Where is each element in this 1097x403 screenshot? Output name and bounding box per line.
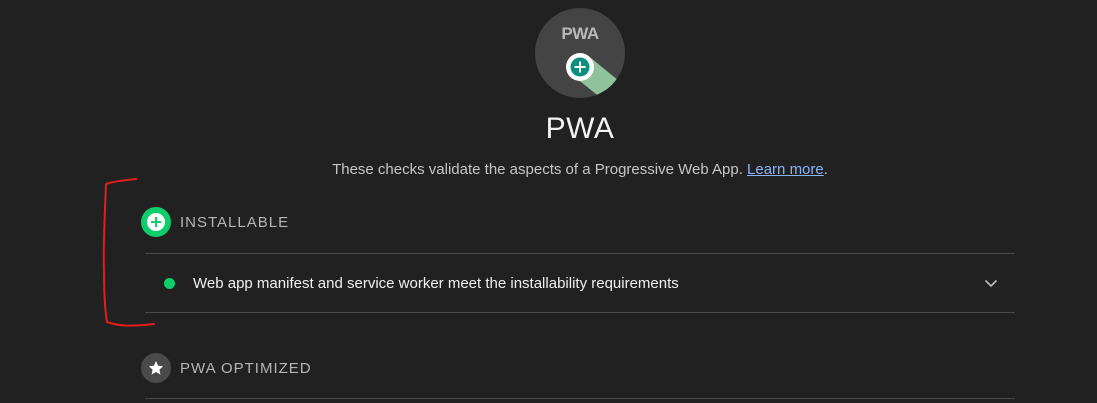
chevron-down-icon[interactable] (979, 271, 1003, 295)
pass-status-icon (164, 277, 175, 289)
category-title: PWA (545, 112, 615, 145)
description-period: . (823, 161, 828, 178)
audit-title: Web app manifest and service worker meet… (193, 274, 679, 292)
group-installable: INSTALLABLE (141, 207, 289, 237)
divider (145, 312, 1015, 313)
category-description: These checks validate the aspects of a P… (0, 161, 1097, 178)
star-icon (141, 353, 171, 383)
audit-row-installability[interactable]: Web app manifest and service worker meet… (145, 254, 1015, 312)
group-pwa-optimized: PWA OPTIMIZED (141, 353, 312, 383)
pwa-report-section: PWA PWA These checks validate the aspect… (0, 0, 1097, 403)
description-text: These checks validate the aspects of a P… (332, 161, 743, 178)
plus-icon (141, 207, 171, 237)
group-title-installable: INSTALLABLE (180, 213, 290, 231)
group-title-pwa-optimized: PWA OPTIMIZED (180, 359, 312, 377)
pwa-logo-text: PWA (561, 24, 598, 43)
pwa-logo: PWA (535, 8, 625, 98)
learn-more-link[interactable]: Learn more (747, 161, 824, 178)
divider (145, 398, 1015, 399)
